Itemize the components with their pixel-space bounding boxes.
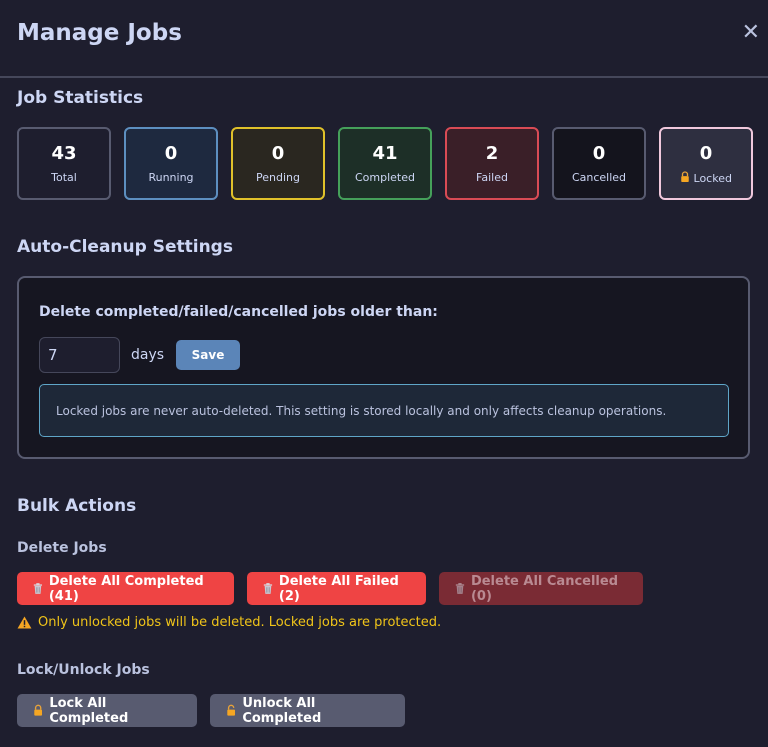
stat-value: 41 <box>372 143 398 164</box>
cleanup-label: Delete completed/failed/cancelled jobs o… <box>39 304 438 320</box>
delete-cancelled-button[interactable]: Delete All Cancelled (0) <box>439 572 643 605</box>
unlock-all-completed-label: Unlock All Completed <box>242 695 322 726</box>
lock-all-completed-label: Lock All Completed <box>49 695 129 726</box>
days-input[interactable] <box>39 337 120 373</box>
warning-icon <box>17 616 32 629</box>
delete-completed-button[interactable]: Delete All Completed (41) <box>17 572 234 605</box>
stat-value: 0 <box>592 143 606 164</box>
cleanup-info: Locked jobs are never auto-deleted. This… <box>39 384 729 437</box>
bulk-actions-heading: Bulk Actions <box>17 496 137 516</box>
save-button[interactable]: Save <box>176 340 240 370</box>
stat-value: 43 <box>51 143 77 164</box>
stat-cancelled: 0 Cancelled <box>552 127 646 200</box>
stat-value: 0 <box>699 142 713 164</box>
delete-buttons-row: Delete All Completed (41) Delete All Fai… <box>17 572 643 605</box>
lock-buttons-row: Lock All Completed Unlock All Completed <box>17 694 405 727</box>
dialog-title: Manage Jobs <box>17 20 182 46</box>
cleanup-panel: Delete completed/failed/cancelled jobs o… <box>17 276 750 459</box>
days-unit-label: days <box>131 347 165 363</box>
delete-jobs-heading: Delete Jobs <box>17 540 107 556</box>
close-icon[interactable]: ✕ <box>742 22 760 44</box>
lock-all-completed-button[interactable]: Lock All Completed <box>17 694 197 727</box>
stat-label: Cancelled <box>571 171 627 184</box>
stat-label: Running <box>148 171 194 184</box>
stat-total: 43 Total <box>17 127 111 200</box>
trash-icon <box>33 583 43 594</box>
stat-label: Failed <box>476 171 508 184</box>
stat-failed: 2 Failed <box>445 127 539 200</box>
stat-value: 0 <box>271 143 285 164</box>
trash-icon <box>263 583 273 594</box>
stats-row: 43 Total 0 Running 0 Pending 41 Complete… <box>17 127 753 200</box>
job-statistics-heading: Job Statistics <box>17 88 144 108</box>
warning-text: Only unlocked jobs will be deleted. Lock… <box>38 615 442 630</box>
delete-cancelled-label: Delete All Cancelled (0) <box>470 573 619 604</box>
stat-value: 0 <box>164 143 178 164</box>
trash-icon <box>455 583 465 594</box>
delete-completed-label: Delete All Completed (41) <box>48 573 204 604</box>
unlock-icon <box>227 704 236 716</box>
stat-value: 2 <box>485 143 499 164</box>
stat-completed: 41 Completed <box>338 127 432 200</box>
dialog-header: Manage Jobs ✕ <box>0 0 768 78</box>
stat-running: 0 Running <box>124 127 218 200</box>
delete-warning: Only unlocked jobs will be deleted. Lock… <box>17 615 441 630</box>
lock-unlock-heading: Lock/Unlock Jobs <box>17 662 150 678</box>
stat-label: Locked <box>680 170 732 185</box>
stat-label: Pending <box>256 171 300 184</box>
delete-failed-button[interactable]: Delete All Failed (2) <box>247 572 426 605</box>
stat-pending: 0 Pending <box>231 127 325 200</box>
auto-cleanup-heading: Auto-Cleanup Settings <box>17 237 233 257</box>
stat-locked: 0 Locked <box>659 127 753 200</box>
unlock-all-completed-button[interactable]: Unlock All Completed <box>210 694 405 727</box>
delete-failed-label: Delete All Failed (2) <box>278 573 399 604</box>
stat-label: Total <box>51 171 77 184</box>
lock-icon <box>34 704 43 716</box>
lock-icon <box>681 170 689 182</box>
stat-label-text: Locked <box>693 171 732 185</box>
stat-label: Completed <box>355 171 415 184</box>
